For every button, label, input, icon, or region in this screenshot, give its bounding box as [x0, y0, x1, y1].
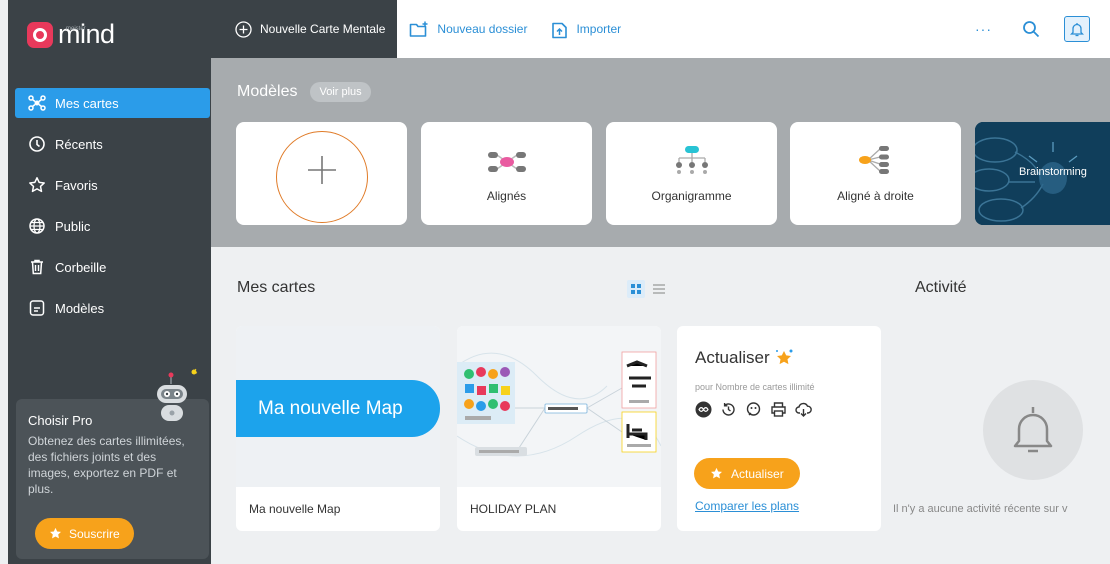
grid-icon — [631, 284, 641, 294]
map-thumbnail-title: Ma nouvelle Map — [236, 380, 440, 437]
sidebar-item-label: Modèles — [55, 300, 105, 316]
template-new-blank[interactable] — [236, 122, 407, 225]
bell-icon — [1013, 407, 1053, 453]
template-aligne-droite[interactable]: Aligné à droite — [790, 122, 961, 225]
star-icon — [50, 527, 61, 539]
see-more-button[interactable]: Voir plus — [310, 82, 371, 102]
star-badge-icon — [775, 349, 793, 365]
sidebar-item-label: Favoris — [55, 177, 98, 193]
upgrade-card: Actualiser pour Nombre de cartes illimit… — [677, 326, 881, 531]
holiday-plan-thumbnail — [457, 351, 661, 457]
sidebar-item-favoris[interactable]: Favoris — [15, 170, 210, 200]
templates-title: Modèles — [237, 83, 298, 100]
cloud-download-icon — [795, 402, 812, 417]
org-chart-icon — [675, 146, 708, 174]
sidebar-item-label: Mes cartes — [55, 95, 119, 111]
sidebar-item-label: Récents — [55, 136, 103, 152]
templates-section: Modèles Voir plus Alignés Organigramme A… — [211, 58, 1110, 247]
clock-icon — [29, 136, 45, 152]
template-organigramme[interactable]: Organigramme — [606, 122, 777, 225]
sidebar: mind meister Mes cartes Récents Favoris … — [8, 0, 211, 564]
activity-title: Activité — [915, 279, 967, 296]
new-folder-label: Nouveau dossier — [437, 22, 528, 36]
upgrade-button[interactable]: Actualiser — [694, 458, 800, 489]
template-label: Brainstorming — [1019, 166, 1087, 178]
pro-description: Obtenez des cartes illimitées, des fichi… — [28, 434, 185, 496]
template-brainstorming[interactable]: Brainstorming — [975, 122, 1110, 225]
template-label: Aligné à droite — [837, 189, 914, 203]
template-label: Alignés — [486, 189, 527, 203]
list-view-icon[interactable] — [653, 284, 665, 294]
sidebar-item-recents[interactable]: Récents — [15, 129, 210, 159]
sidebar-item-corbeille[interactable]: Corbeille — [15, 252, 210, 282]
logo-mark-icon — [27, 22, 53, 48]
star-icon — [711, 467, 722, 479]
activity-empty-text: Il n'y a aucune activité récente sur v — [893, 503, 1068, 515]
new-folder-button[interactable]: Nouveau dossier — [397, 0, 539, 58]
trash-icon — [31, 259, 43, 275]
robot-illustration — [157, 368, 198, 421]
folder-plus-icon — [410, 21, 428, 37]
view-toggle — [627, 280, 665, 298]
history-icon — [722, 403, 735, 416]
sidebar-item-label: Public — [55, 218, 91, 234]
sidebar-nav: Mes cartes Récents Favoris Public Corbei… — [15, 88, 210, 334]
map-thumbnail: Ma nouvelle Map — [236, 326, 440, 487]
more-menu-button[interactable]: ··· — [975, 21, 992, 37]
maps-section-title: Mes cartes — [237, 279, 316, 296]
star-icon — [29, 177, 45, 193]
right-aligned-map-icon — [858, 146, 889, 174]
upgrade-title: Actualiser — [695, 348, 863, 368]
new-map-button[interactable]: Nouvelle Carte Mentale — [211, 0, 398, 58]
template-icon — [29, 300, 45, 316]
plus-icon — [307, 155, 336, 184]
sidebar-item-mes-cartes[interactable]: Mes cartes — [15, 88, 210, 118]
map-name: Ma nouvelle Map — [249, 502, 341, 516]
map-thumbnail — [457, 326, 661, 487]
new-map-label: Nouvelle Carte Mentale — [260, 22, 386, 36]
map-card[interactable]: HOLIDAY PLAN — [457, 326, 661, 531]
search-icon[interactable] — [1022, 20, 1040, 38]
bell-icon — [1070, 22, 1084, 36]
upgrade-subtitle: pour Nombre de cartes illimité — [695, 382, 815, 392]
import-label: Importer — [576, 22, 622, 36]
plus-circle-icon — [235, 20, 252, 38]
notifications-button[interactable] — [1064, 16, 1090, 42]
import-icon — [552, 22, 568, 38]
grid-view-button[interactable] — [627, 280, 645, 298]
sidebar-item-public[interactable]: Public — [15, 211, 210, 241]
map-card[interactable]: Ma nouvelle Map Ma nouvelle Map — [236, 326, 440, 531]
subscribe-label: Souscrire — [69, 526, 120, 541]
sidebar-item-label: Corbeille — [55, 259, 107, 275]
sidebar-item-modeles[interactable]: Modèles — [15, 293, 210, 323]
logo-subtext: meister — [66, 26, 86, 32]
top-toolbar: Nouvelle Carte Mentale Nouveau dossier I… — [211, 0, 1110, 58]
template-alignes[interactable]: Alignés — [421, 122, 592, 225]
upgrade-title-text: Actualiser — [695, 348, 770, 367]
infinity-icon — [695, 401, 712, 418]
toolbar-right: ··· — [975, 16, 1110, 42]
template-label: Organigramme — [651, 189, 732, 203]
mindmap-aligned-icon — [487, 152, 526, 172]
map-name: HOLIDAY PLAN — [470, 502, 557, 516]
templates-header: Modèles Voir plus — [237, 82, 371, 102]
highlight-ring — [275, 130, 368, 223]
activity-empty-illustration — [983, 380, 1083, 480]
subscribe-button[interactable]: Souscrire — [35, 518, 134, 549]
print-icon — [771, 402, 786, 417]
upgrade-feature-icons — [695, 401, 863, 418]
compare-plans-link[interactable]: Comparer les plans — [695, 499, 799, 513]
upgrade-button-label: Actualiser — [731, 466, 784, 481]
collaboration-icon — [746, 402, 761, 416]
mindmap-icon — [28, 95, 46, 111]
globe-icon — [29, 218, 45, 234]
import-button[interactable]: Importer — [539, 0, 633, 58]
